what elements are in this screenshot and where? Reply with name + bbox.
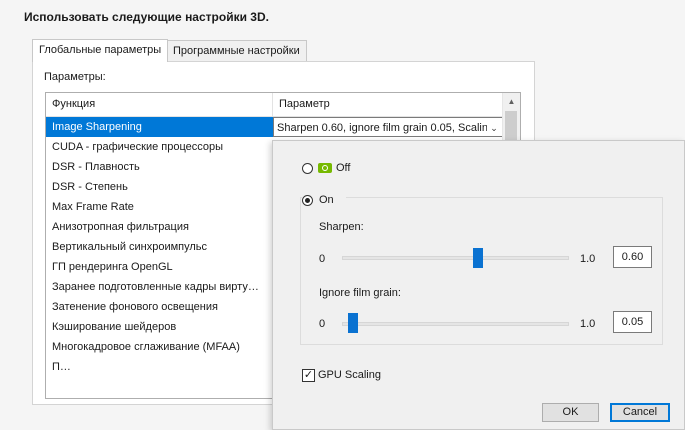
chevron-down-icon[interactable]: ⌄ — [487, 118, 501, 136]
on-radio[interactable] — [302, 195, 313, 206]
feature-cell: Вертикальный синхроимпульс — [52, 241, 208, 253]
feature-cell: DSR - Степень — [52, 181, 128, 193]
film-grain-label: Ignore film grain: — [319, 287, 401, 299]
cancel-button[interactable]: Cancel — [610, 403, 670, 422]
params-label: Параметры: — [44, 71, 106, 83]
feature-cell: Кэширование шейдеров — [52, 321, 177, 333]
film-grain-max-label: 1.0 — [580, 318, 596, 330]
gpu-scaling-checkbox[interactable]: ✓ — [302, 369, 315, 382]
feature-cell: Max Frame Rate — [52, 201, 134, 213]
setting-value-dropdown[interactable]: Sharpen 0.60, ignore film grain 0.05, Sc… — [273, 117, 504, 137]
feature-cell: П… — [52, 361, 71, 373]
sharpen-label: Sharpen: — [319, 221, 364, 233]
feature-cell: DSR - Плавность — [52, 161, 140, 173]
column-header-setting[interactable]: Параметр — [273, 93, 504, 116]
gpu-scaling-label: GPU Scaling — [318, 369, 381, 381]
sharpen-max-label: 1.0 — [580, 253, 596, 265]
sharpen-value-input[interactable]: 0.60 — [613, 246, 652, 268]
feature-cell: Затенение фонового освещения — [52, 301, 218, 313]
setting-value-text: Sharpen 0.60, ignore film grain 0.05, Sc… — [277, 122, 488, 134]
off-radio[interactable] — [302, 163, 313, 174]
scroll-up-arrow-icon[interactable]: ▲ — [503, 93, 520, 110]
on-option[interactable]: On — [302, 194, 346, 208]
grid-header: Функция Параметр — [46, 93, 504, 117]
sharpen-slider-thumb[interactable] — [473, 248, 484, 268]
sharpen-slider-track[interactable] — [342, 256, 569, 260]
feature-cell: Многокадровое сглаживание (MFAA) — [52, 341, 240, 353]
nvidia-logo-icon — [318, 163, 332, 173]
film-grain-value-input[interactable]: 0.05 — [613, 311, 652, 333]
off-label: Off — [336, 162, 351, 174]
feature-cell: CUDA - графические процессоры — [52, 141, 224, 153]
column-header-feature[interactable]: Функция — [46, 93, 273, 116]
feature-cell: Заранее подготовленные кадры вирту… — [52, 281, 259, 293]
feature-cell: Анизотропная фильтрация — [52, 221, 189, 233]
feature-cell: Image Sharpening — [46, 117, 273, 137]
page-heading: Использовать следующие настройки 3D. — [24, 10, 269, 24]
tab-global-settings[interactable]: Глобальные параметры — [32, 39, 169, 62]
ok-button[interactable]: OK — [542, 403, 599, 422]
film-grain-slider-thumb[interactable] — [348, 313, 359, 333]
film-grain-min-label: 0 — [319, 318, 326, 330]
grid-row-image-sharpening[interactable]: Image Sharpening Sharpen 0.60, ignore fi… — [46, 117, 504, 137]
film-grain-slider-track[interactable] — [342, 322, 569, 326]
sharpen-min-label: 0 — [319, 253, 326, 265]
on-label: On — [319, 194, 334, 206]
image-sharpening-popup: Off On Sharpen: 0 1.0 0.60 Ignore film g… — [272, 140, 685, 430]
feature-cell: ГП рендеринга OpenGL — [52, 261, 173, 273]
tab-program-settings[interactable]: Программные настройки — [166, 40, 307, 61]
